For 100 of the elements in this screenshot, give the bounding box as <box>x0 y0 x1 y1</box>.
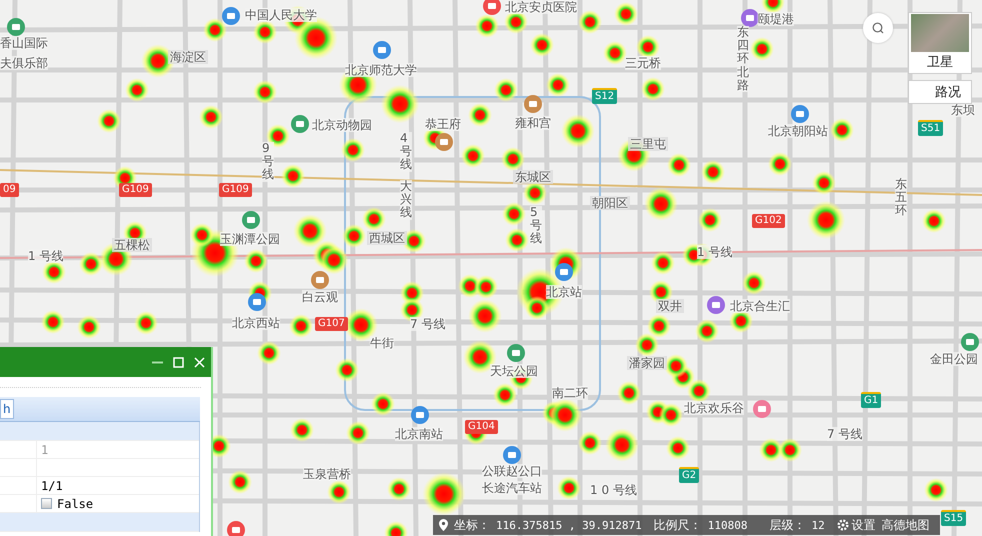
heat-spot <box>750 37 774 61</box>
heat-spot <box>371 392 395 416</box>
highway-shield: 09 <box>0 183 19 197</box>
map-label: 天坛公园 <box>490 364 538 378</box>
district-label: 潘家园 <box>627 356 667 370</box>
heat-spot <box>761 0 785 14</box>
map-label: 白云观 <box>302 290 338 304</box>
metro-line-label: 1 0 号线 <box>590 483 637 497</box>
heat-spot <box>698 208 722 232</box>
heat-spot <box>203 18 227 42</box>
heat-spot <box>523 181 547 205</box>
district-label: 西城区 <box>367 231 407 245</box>
road-label: 5号线 <box>530 206 542 246</box>
map-label: 东坝 <box>951 103 975 117</box>
map-label: 北京站 <box>546 285 582 299</box>
toolbar-button[interactable]: h <box>0 399 14 419</box>
heat-spot <box>812 171 836 195</box>
highway-shield: G104 <box>465 420 498 434</box>
heat-spot <box>644 187 678 221</box>
heat-spot <box>502 202 526 226</box>
map-label: 玉渊潭公园 <box>220 232 280 246</box>
heat-spot <box>77 315 101 339</box>
satellite-thumbnail <box>911 14 969 52</box>
heat-spot <box>701 160 725 184</box>
highway-shield: G2 <box>679 467 700 483</box>
map-label: 北京西站 <box>232 316 280 330</box>
settings-button[interactable]: 设置 <box>836 516 876 534</box>
heat-spot <box>253 20 277 44</box>
heat-spot <box>335 358 359 382</box>
search-button[interactable] <box>863 13 893 43</box>
location-pin-icon <box>439 519 448 531</box>
map-label: 金田公园 <box>930 352 978 366</box>
checkbox[interactable] <box>41 498 52 509</box>
heat-spot <box>384 521 408 536</box>
heat-spot <box>530 33 554 57</box>
zoom-level-label: 层级： <box>769 516 806 534</box>
heat-spot <box>290 418 314 442</box>
heat-spot <box>380 84 420 124</box>
road-label: 4号线 <box>400 132 412 172</box>
property-value: False <box>57 496 94 510</box>
heat-spot <box>362 207 386 231</box>
coordinate-value: 116.375815 , 39.912871 <box>496 518 642 532</box>
heat-spot <box>605 428 639 462</box>
heat-spot <box>682 243 706 267</box>
heat-spot <box>134 311 158 335</box>
metro-line-label: 1 号线 <box>28 249 64 263</box>
heat-spot <box>244 249 268 273</box>
heat-spot <box>742 271 766 295</box>
map-label: 北京动物园 <box>312 118 372 132</box>
highway-shield: S15 <box>941 510 966 526</box>
heat-spot <box>636 35 660 59</box>
heat-spot <box>125 78 149 102</box>
heat-spot <box>664 354 688 378</box>
heat-spot <box>578 431 602 455</box>
heat-spot <box>695 319 719 343</box>
map-label: 颐堤港 <box>758 12 794 26</box>
heat-spot <box>806 200 846 240</box>
heat-spot <box>494 78 518 102</box>
map-label: 公联赵公口 <box>482 464 542 478</box>
heat-spot <box>578 10 602 34</box>
map-label: 恭王府 <box>425 117 461 131</box>
heat-spot <box>603 41 627 65</box>
road-label: 大兴线 <box>400 180 412 220</box>
maximize-icon[interactable] <box>173 356 184 368</box>
heat-spot <box>687 379 711 403</box>
map-label: 三元桥 <box>625 56 661 70</box>
heat-spot <box>666 436 690 460</box>
map-provider-label: 高德地图 <box>882 516 930 534</box>
heat-spot <box>561 114 595 148</box>
heat-spot <box>505 228 529 252</box>
close-icon[interactable] <box>194 356 205 368</box>
property-value: 1 <box>41 442 48 456</box>
heat-spot <box>341 138 365 162</box>
heat-spot <box>768 152 792 176</box>
heat-spot <box>253 80 277 104</box>
search-icon <box>872 22 884 34</box>
map-label: 玉泉营桥 <box>303 467 351 481</box>
heat-spot <box>778 438 802 462</box>
settings-icon <box>836 519 849 531</box>
heat-spot <box>387 477 411 501</box>
heat-spot <box>346 421 370 445</box>
heat-spot <box>493 383 517 407</box>
heat-spot <box>228 470 252 494</box>
heat-spot <box>830 118 854 142</box>
map-label: 香山国际 <box>0 36 48 50</box>
map-label: 雍和宫 <box>515 116 551 130</box>
metro-line-label: 1 号线 <box>697 245 732 259</box>
heat-spot <box>548 398 582 432</box>
map-label: 北京南站 <box>395 427 443 441</box>
heat-spot <box>199 105 223 129</box>
map-label: 北京合生汇 <box>730 299 790 313</box>
metro-line-label: 7 号线 <box>827 427 862 441</box>
highway-shield: G109 <box>119 183 152 197</box>
heat-spot <box>342 224 366 248</box>
heat-spot <box>546 73 570 97</box>
map-label: 牛街 <box>370 336 394 350</box>
map-label: 夫俱乐部 <box>0 56 48 70</box>
map-label: 中国人民大学 <box>245 8 317 22</box>
heat-spot <box>281 164 305 188</box>
heat-spot <box>924 478 948 502</box>
